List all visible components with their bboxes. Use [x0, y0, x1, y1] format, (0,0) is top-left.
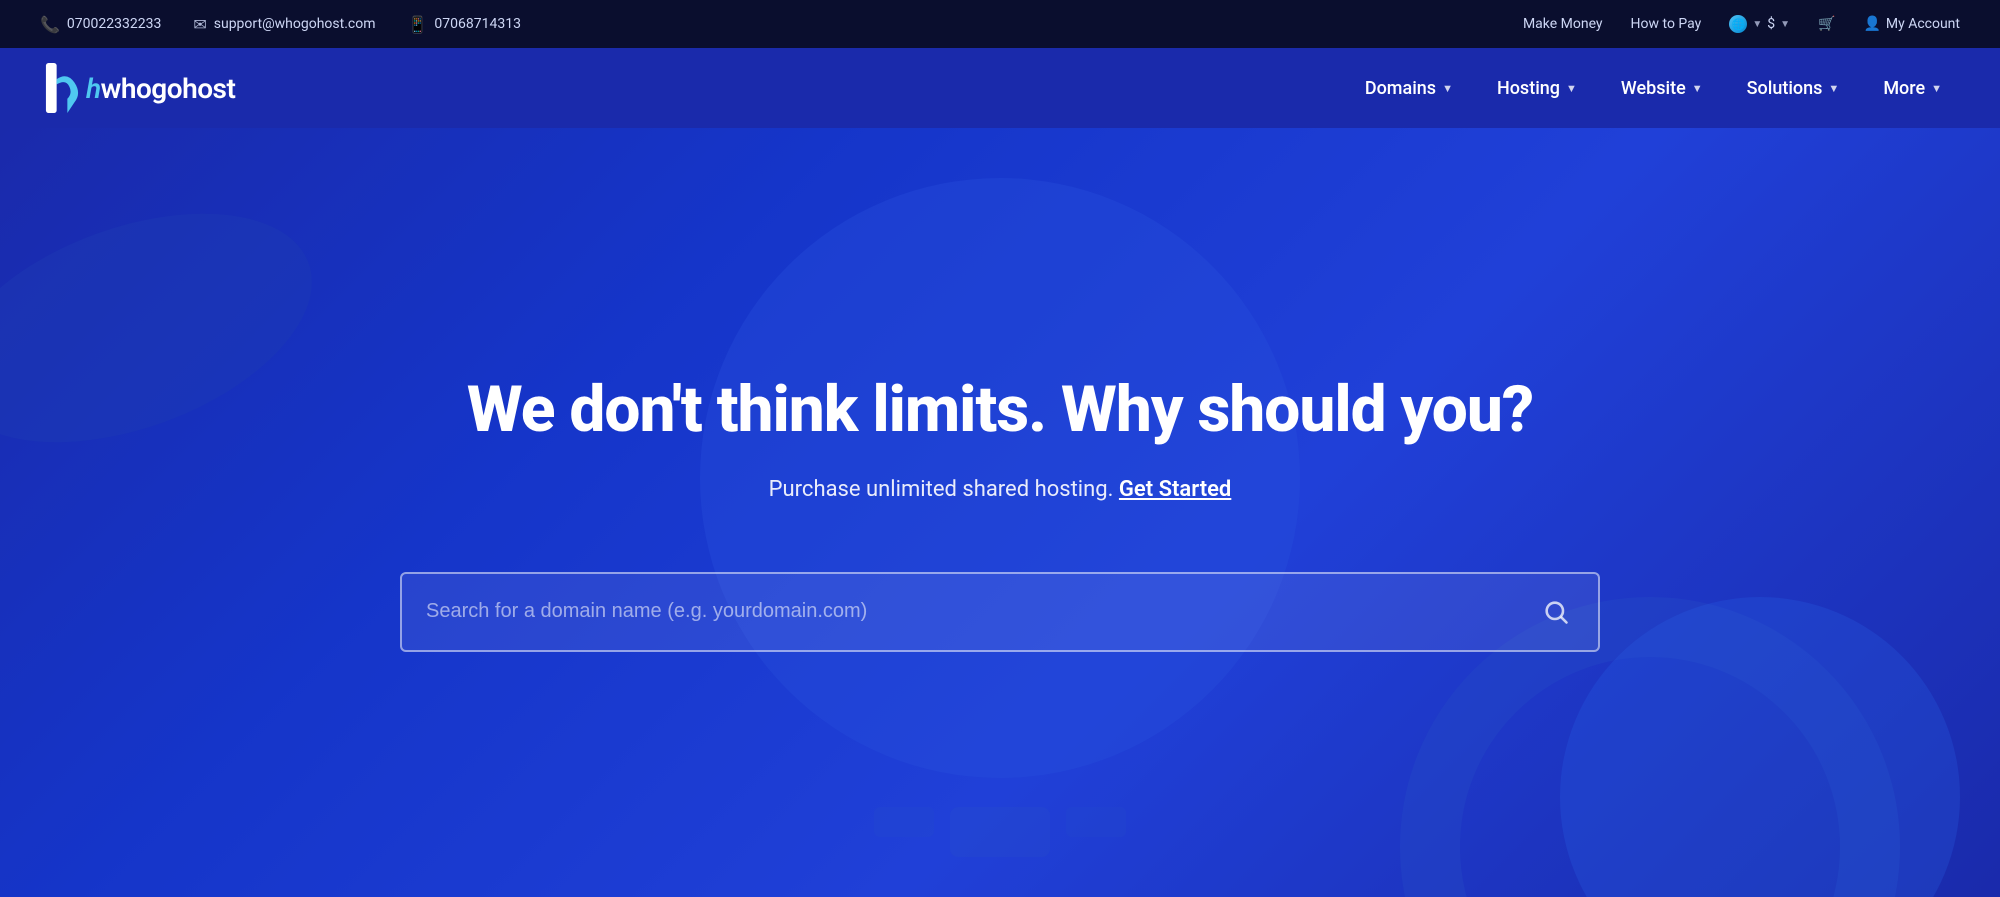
phone-icon: 📞 [40, 15, 60, 34]
hero-bg-circle-left [0, 169, 343, 487]
hero-bottom-decoration [874, 807, 1126, 897]
whatsapp-icon: 📱 [407, 15, 427, 34]
bottom-shape-3 [1066, 807, 1126, 837]
logo[interactable]: hwhogohost [40, 63, 235, 113]
phone2-text: 07068714313 [434, 16, 521, 32]
hero-subtitle: Purchase unlimited shared hosting. Get S… [400, 477, 1600, 502]
hosting-caret-icon: ▼ [1566, 82, 1577, 95]
domains-caret-icon: ▼ [1442, 82, 1453, 95]
domain-search-bar [400, 572, 1600, 652]
cart-icon[interactable]: 🛒 [1818, 16, 1835, 32]
nav-links: Domains ▼ Hosting ▼ Website ▼ Solutions … [1347, 70, 1960, 107]
logo-text: hwhogohost [86, 72, 235, 105]
hero-content: We don't think limits. Why should you? P… [400, 373, 1600, 652]
how-to-pay-link[interactable]: How to Pay [1631, 16, 1702, 32]
nav-item-domains[interactable]: Domains ▼ [1347, 70, 1471, 107]
user-icon: 👤 [1863, 16, 1880, 32]
currency-symbol: $ [1767, 16, 1775, 32]
make-money-link[interactable]: Make Money [1523, 16, 1603, 32]
nav-item-hosting[interactable]: Hosting ▼ [1479, 70, 1595, 107]
phone1-text: 070022332233 [67, 16, 161, 32]
hero-section: We don't think limits. Why should you? P… [0, 128, 2000, 897]
globe-icon: 🌐 [1729, 15, 1747, 33]
phone1-item[interactable]: 📞 070022332233 [40, 15, 161, 34]
search-icon [1542, 598, 1570, 626]
email-text: support@whogohost.com [214, 16, 376, 32]
website-caret-icon: ▼ [1692, 82, 1703, 95]
solutions-caret-icon: ▼ [1828, 82, 1839, 95]
bottom-shape-1 [874, 807, 934, 837]
more-caret-icon: ▼ [1931, 82, 1942, 95]
top-bar: 📞 070022332233 ✉ support@whogohost.com 📱… [0, 0, 2000, 48]
my-account-link[interactable]: 👤 My Account [1863, 16, 1960, 32]
domain-search-input[interactable] [426, 600, 1538, 623]
email-icon: ✉ [193, 15, 206, 34]
globe-chevron-icon: ▼ [1752, 19, 1762, 30]
hero-title: We don't think limits. Why should you? [400, 373, 1600, 447]
email-item[interactable]: ✉ support@whogohost.com [193, 15, 375, 34]
nav-item-solutions[interactable]: Solutions ▼ [1729, 70, 1858, 107]
logo-text-prefix: h [86, 72, 101, 105]
get-started-link[interactable]: Get Started [1119, 477, 1231, 502]
currency-chevron-icon: ▼ [1780, 19, 1790, 30]
search-submit-button[interactable] [1538, 594, 1574, 630]
nav-item-website[interactable]: Website ▼ [1603, 70, 1721, 107]
top-bar-right: Make Money How to Pay 🌐 ▼ $ ▼ 🛒 👤 My Acc… [1523, 15, 1960, 33]
phone2-item[interactable]: 📱 07068714313 [407, 15, 520, 34]
bottom-shape-2 [950, 807, 1050, 857]
logo-mark-svg [40, 63, 84, 113]
top-bar-left: 📞 070022332233 ✉ support@whogohost.com 📱… [40, 15, 521, 34]
nav-item-more[interactable]: More ▼ [1865, 70, 1960, 107]
language-currency[interactable]: 🌐 ▼ $ ▼ [1729, 15, 1790, 33]
nav-bar: hwhogohost Domains ▼ Hosting ▼ Website ▼… [0, 48, 2000, 128]
